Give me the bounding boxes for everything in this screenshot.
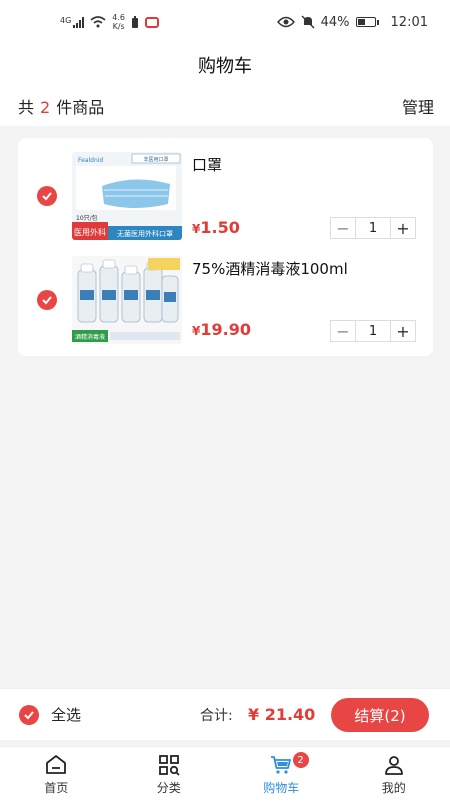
tab-category[interactable]: 分类 <box>113 747 226 801</box>
increase-button[interactable]: + <box>391 218 415 238</box>
cart-icon <box>269 753 293 777</box>
mask-banner-text: 无菌医用外科口罩 <box>117 229 173 238</box>
mask-brand-text: Fealdnid <box>78 157 103 164</box>
manage-button[interactable]: 管理 <box>402 94 434 118</box>
product-price: ¥19.90 <box>192 320 251 339</box>
tab-label: 首页 <box>44 779 68 796</box>
home-icon <box>44 753 68 777</box>
tab-profile[interactable]: 我的 <box>338 747 450 801</box>
mask-tag-text: 非医用口罩 <box>143 156 168 163</box>
total-label: 合计: <box>200 705 233 725</box>
product-name[interactable]: 75%酒精消毒液100ml <box>192 258 348 279</box>
check-icon <box>23 709 35 721</box>
quantity-stepper: − 1 + <box>330 217 416 239</box>
product-price: ¥1.50 <box>192 218 240 237</box>
item-count-text: 共2件商品 <box>18 94 104 118</box>
item-checkbox[interactable] <box>37 290 57 310</box>
tab-label: 购物车 <box>263 779 299 796</box>
check-icon <box>41 190 53 202</box>
page-title: 购物车 <box>198 52 252 78</box>
decrease-button[interactable]: − <box>331 321 355 341</box>
decrease-button[interactable]: − <box>331 218 355 238</box>
eye-icon <box>277 16 295 28</box>
quantity-input[interactable]: 1 <box>355 321 391 341</box>
app-notification-icon <box>145 17 159 28</box>
product-name[interactable]: 口罩 <box>192 154 222 175</box>
increase-button[interactable]: + <box>391 321 415 341</box>
cart-list: 非医用口罩 Fealdnid 10只/包 医用外科 无菌医用外科口罩 口罩 ¥1… <box>18 138 433 356</box>
bottom-tab-bar: 首页 分类 购物车 2 我的 <box>0 746 450 801</box>
network-type: 4G <box>60 16 71 25</box>
tab-label: 我的 <box>382 779 406 796</box>
cart-item: 酒精消毒液 75%酒精消毒液100ml ¥19.90 − 1 + <box>18 250 433 352</box>
product-image[interactable]: 酒精消毒液 <box>72 256 182 344</box>
select-all-checkbox[interactable] <box>19 705 39 725</box>
item-count: 2 <box>40 98 50 117</box>
mask-badge-text: 医用外科 <box>74 227 106 237</box>
item-checkbox[interactable] <box>37 186 57 206</box>
select-all-label[interactable]: 全选 <box>51 704 81 725</box>
quantity-stepper: − 1 + <box>330 320 416 342</box>
tab-label: 分类 <box>157 779 181 796</box>
network-speed: 4.6K/s <box>112 13 125 31</box>
mute-bell-icon <box>301 15 315 29</box>
quantity-input[interactable]: 1 <box>355 218 391 238</box>
checkout-button[interactable]: 结算(2) <box>331 698 429 732</box>
header: 购物车 <box>0 44 450 86</box>
mask-pack-text: 10只/包 <box>76 214 98 222</box>
category-icon <box>157 753 181 777</box>
battery-small-icon <box>131 16 139 28</box>
cart-summary: 共2件商品 管理 <box>0 86 450 126</box>
product-image[interactable]: 非医用口罩 Fealdnid 10只/包 医用外科 无菌医用外科口罩 <box>72 152 182 240</box>
status-bar: 4G 4.6K/s 44% 12:01 <box>0 0 450 44</box>
battery-icon <box>356 17 379 27</box>
cart-item: 非医用口罩 Fealdnid 10只/包 医用外科 无菌医用外科口罩 口罩 ¥1… <box>18 146 433 248</box>
cart-badge: 2 <box>293 752 309 768</box>
signal-icon: 4G <box>60 16 84 28</box>
battery-percent: 44% <box>321 15 350 30</box>
total-amount: ¥ 21.40 <box>248 705 315 724</box>
wifi-icon <box>90 16 106 28</box>
tab-cart[interactable]: 购物车 2 <box>225 747 338 801</box>
check-icon <box>41 294 53 306</box>
user-icon <box>382 753 406 777</box>
tab-home[interactable]: 首页 <box>0 747 113 801</box>
alcohol-badge-text: 酒精消毒液 <box>75 333 105 341</box>
clock: 12:01 <box>391 15 428 30</box>
checkout-bar: 全选 合计: ¥ 21.40 结算(2) <box>0 688 450 740</box>
